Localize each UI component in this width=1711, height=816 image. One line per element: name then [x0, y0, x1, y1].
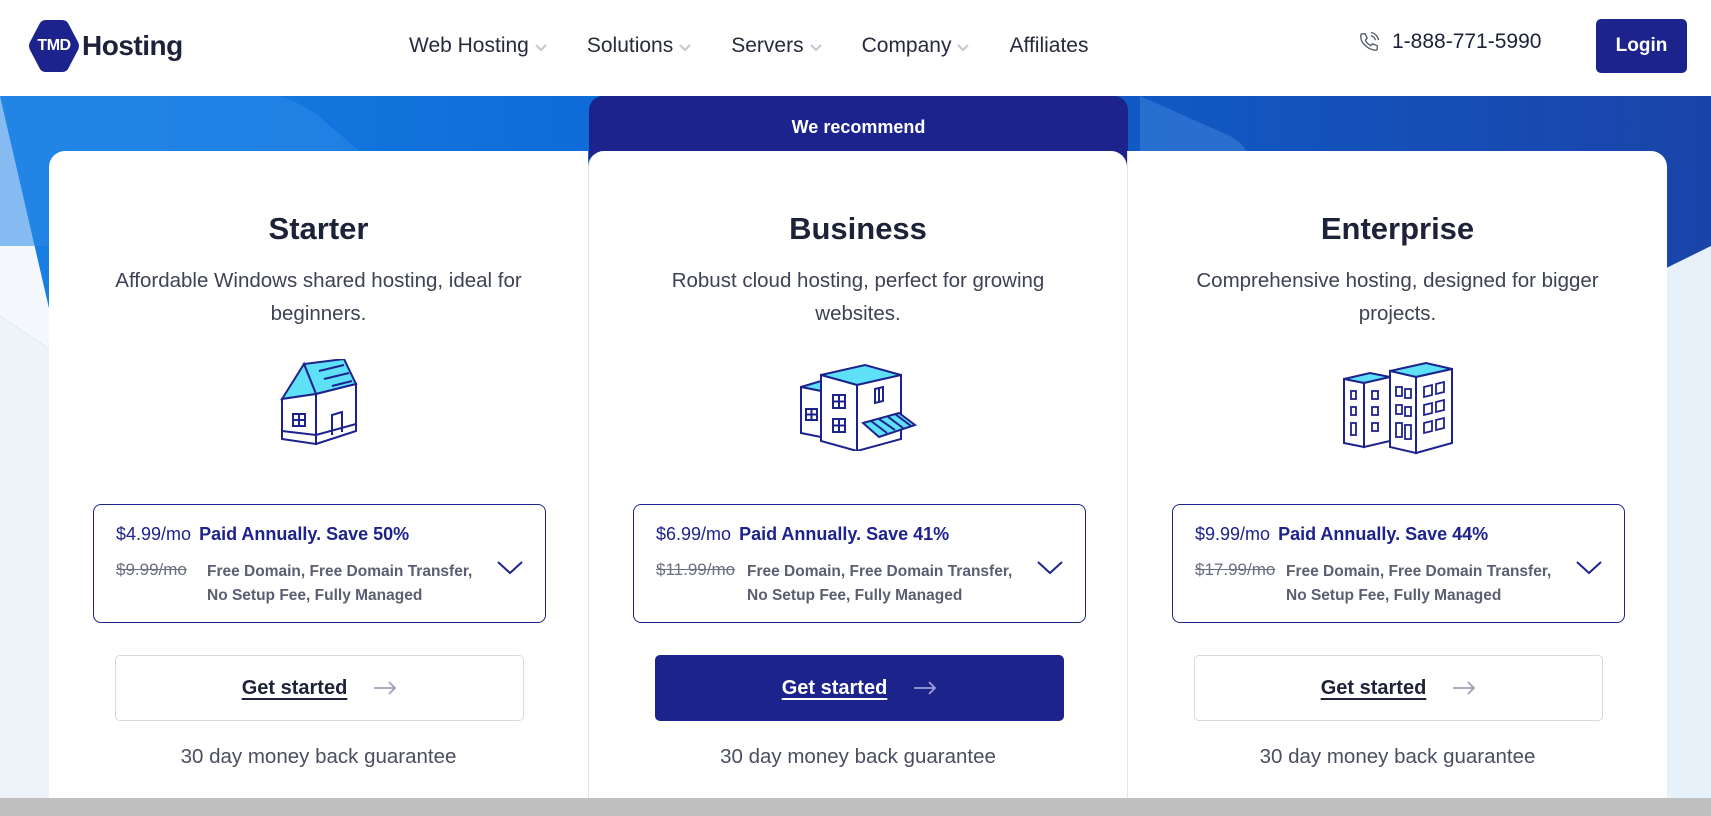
plan-card-enterprise: Enterprise Comprehensive hosting, design…	[1127, 151, 1667, 811]
get-started-button[interactable]: Get started	[655, 655, 1064, 721]
get-started-button[interactable]: Get started	[1194, 655, 1603, 721]
chevron-down-icon[interactable]	[1576, 561, 1602, 575]
plan-features: Free Domain, Free Domain Transfer, No Se…	[747, 563, 1013, 604]
chevron-down-icon	[957, 43, 970, 52]
price-selector[interactable]: $9.99/mo Paid Annually. Save 44% $17.99/m…	[1172, 504, 1625, 623]
nav-item-servers[interactable]: Servers	[731, 34, 822, 58]
pricing-cards: Starter Affordable Windows shared hostin…	[49, 151, 1668, 811]
plan-title: Business	[789, 211, 927, 246]
nav-label: Company	[861, 34, 952, 57]
nav-label: Solutions	[586, 34, 674, 57]
main-nav: Web Hosting Solutions Servers Company Af…	[409, 30, 1088, 62]
plan-features: Free Domain, Free Domain Transfer, No Se…	[1286, 563, 1552, 604]
plan-description: Comprehensive hosting, designed for bigg…	[1196, 269, 1599, 325]
phone-icon	[1360, 31, 1380, 51]
nav-item-solutions[interactable]: Solutions	[586, 34, 692, 58]
login-button[interactable]: Login	[1596, 19, 1687, 73]
billing-note: Paid Annually. Save 50%	[199, 524, 410, 544]
arrow-right-icon	[1453, 681, 1476, 695]
get-started-label: Get started	[241, 676, 348, 699]
price-selector[interactable]: $6.99/mo Paid Annually. Save 41% $11.99/m…	[633, 504, 1086, 623]
guarantee-text: 30 day money back guarantee	[180, 745, 457, 768]
original-price: $17.99/mo	[1195, 560, 1276, 579]
chevron-down-icon[interactable]	[497, 561, 523, 575]
nav-item-web-hosting[interactable]: Web Hosting	[409, 34, 547, 58]
plan-card-starter: Starter Affordable Windows shared hostin…	[49, 151, 588, 811]
get-started-label: Get started	[1320, 676, 1427, 699]
current-price: $4.99/mo	[116, 524, 192, 544]
office-buildings-icon	[1342, 359, 1454, 460]
price-summary: $4.99/mo Paid Annually. Save 50%	[116, 524, 409, 545]
logo[interactable]: TMD Hosting	[28, 18, 183, 74]
house-icon	[274, 357, 364, 454]
logo-badge-text: TMD	[37, 37, 71, 54]
current-price: $6.99/mo	[656, 524, 732, 544]
price-summary: $9.99/mo Paid Annually. Save 44%	[1195, 524, 1488, 545]
original-price: $11.99/mo	[656, 560, 736, 579]
logo-badge: TMD	[28, 18, 80, 74]
arrow-right-icon	[914, 681, 937, 695]
price-selector[interactable]: $4.99/mo Paid Annually. Save 50% $9.99/mo…	[93, 504, 546, 623]
get-started-button[interactable]: Get started	[115, 655, 524, 721]
price-summary: $6.99/mo Paid Annually. Save 41%	[656, 524, 949, 545]
storefront-building-icon	[799, 359, 918, 456]
nav-label: Affiliates	[1009, 34, 1089, 57]
nav-label: Web Hosting	[409, 34, 529, 57]
phone-link[interactable]: 1-888-771-5990	[1358, 30, 1541, 54]
nav-item-affiliates[interactable]: Affiliates	[1009, 34, 1088, 58]
plan-title: Enterprise	[1320, 211, 1475, 246]
get-started-label: Get started	[781, 676, 888, 699]
billing-note: Paid Annually. Save 41%	[739, 524, 950, 544]
nav-item-company[interactable]: Company	[862, 34, 970, 58]
plan-features: Free Domain, Free Domain Transfer, No Se…	[207, 563, 473, 604]
billing-note: Paid Annually. Save 44%	[1278, 524, 1489, 544]
chevron-down-icon	[679, 43, 692, 52]
arrow-right-icon	[374, 681, 397, 695]
logo-text: Hosting	[82, 30, 183, 61]
nav-label: Servers	[731, 34, 804, 57]
plan-description: Affordable Windows shared hosting, ideal…	[115, 269, 522, 325]
plan-card-business: Business Robust cloud hosting, perfect f…	[588, 151, 1127, 811]
chevron-down-icon[interactable]	[1037, 561, 1063, 575]
current-price: $9.99/mo	[1195, 524, 1271, 544]
guarantee-text: 30 day money back guarantee	[1259, 745, 1536, 768]
site-header: TMD Hosting Web Hosting Solutions Server…	[0, 0, 1711, 96]
chevron-down-icon	[809, 43, 822, 52]
phone-number: 1-888-771-5990	[1392, 30, 1542, 53]
plan-description: Robust cloud hosting, perfect for growin…	[671, 269, 1045, 325]
original-price: $9.99/mo	[116, 560, 187, 579]
horizontal-scrollbar[interactable]	[0, 798, 1711, 816]
chevron-down-icon	[535, 43, 547, 52]
guarantee-text: 30 day money back guarantee	[720, 745, 996, 768]
plan-title: Starter	[268, 211, 369, 246]
